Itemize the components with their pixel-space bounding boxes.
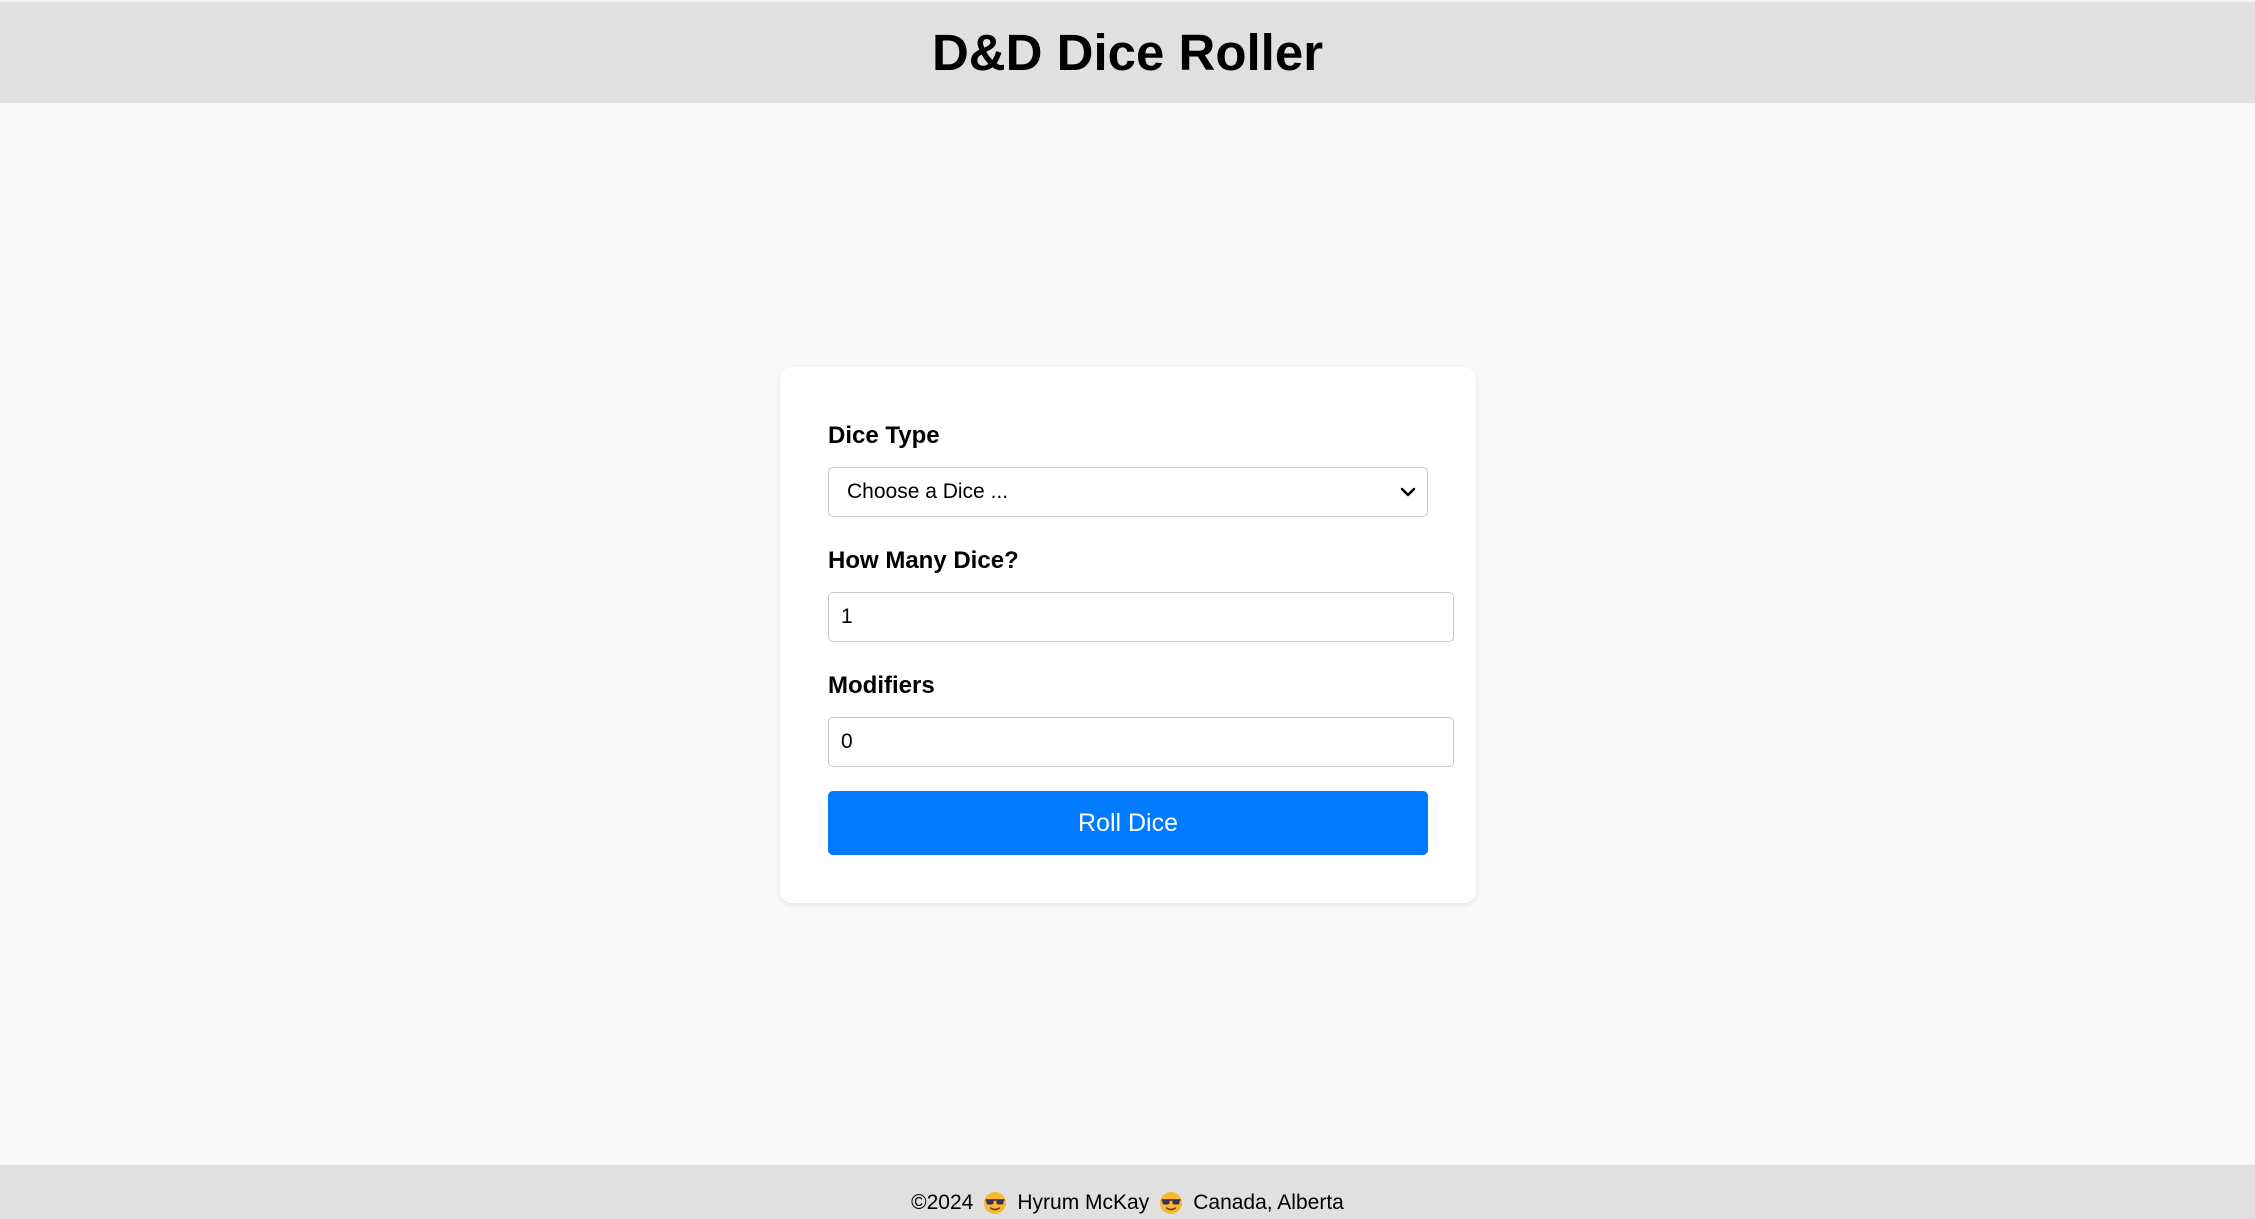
sunglasses-smiley-icon [1160, 1192, 1183, 1214]
sunglasses-smiley-icon [984, 1192, 1007, 1214]
dice-type-select[interactable]: Choose a Dice ... [828, 467, 1428, 517]
page-header: D&D Dice Roller [0, 0, 2255, 103]
dice-count-label: How Many Dice? [828, 547, 1019, 574]
page-footer: ©2024 Hyrum McKay Canada, Alberta [0, 1165, 2255, 1219]
dice-type-label: Dice Type [828, 422, 940, 449]
modifiers-input[interactable] [828, 717, 1454, 767]
chevron-down-icon [1400, 487, 1416, 497]
modifiers-label: Modifiers [828, 672, 935, 699]
dice-count-input[interactable] [828, 592, 1454, 642]
dice-type-selected-value: Choose a Dice ... [847, 480, 1009, 503]
dice-roller-form: Dice Type Choose a Dice ... How Many Dic… [780, 367, 1476, 903]
footer-copyright: ©2024 [911, 1191, 974, 1214]
footer-author: Hyrum McKay [1017, 1191, 1150, 1214]
footer-location: Canada, Alberta [1193, 1191, 1344, 1214]
roll-dice-button[interactable]: Roll Dice [828, 791, 1428, 855]
page-title: D&D Dice Roller [931, 24, 1324, 81]
